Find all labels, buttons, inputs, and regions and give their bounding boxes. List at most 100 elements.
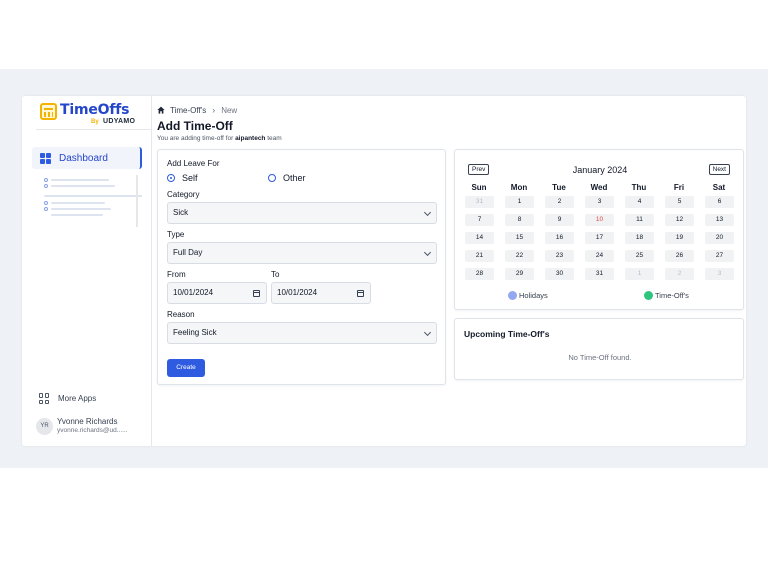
sidebar-item-dashboard[interactable]: Dashboard	[32, 147, 142, 169]
legend-timeoffs-label: Time-Off's	[655, 291, 689, 300]
holidays-swatch	[508, 291, 517, 300]
calendar-day[interactable]: 25	[625, 250, 654, 262]
calendar-month: January 2024	[572, 165, 628, 175]
type-label: Type	[167, 230, 185, 239]
radio-checked-icon	[167, 174, 175, 182]
calendar-icon[interactable]	[357, 290, 364, 297]
calendar-day[interactable]: 17	[585, 232, 614, 244]
calendar-day[interactable]: 5	[665, 196, 694, 208]
calendar-day[interactable]: 7	[465, 214, 494, 226]
legend-holidays-label: Holidays	[519, 291, 548, 300]
calendar-day[interactable]: 14	[465, 232, 494, 244]
calendar-icon[interactable]	[253, 290, 260, 297]
calendar-day[interactable]: 11	[625, 214, 654, 226]
radio-other[interactable]: Other	[268, 173, 306, 183]
radio-unchecked-icon	[268, 174, 276, 182]
calendar-day[interactable]: 1	[505, 196, 534, 208]
calendar-day[interactable]: 18	[625, 232, 654, 244]
from-date-value: 10/01/2024	[173, 288, 214, 297]
breadcrumb: Time-Off's › New	[157, 105, 237, 115]
breadcrumb-current: New	[221, 105, 238, 115]
sidebar-item-label: Dashboard	[59, 152, 108, 164]
calendar-card: January 2024 Prev Next Sun Mon Tue Wed Thu Fr…	[454, 149, 744, 310]
sidebar-scrollbar[interactable]	[136, 175, 138, 227]
avatar: YR	[36, 417, 53, 435]
apps-icon	[39, 393, 50, 404]
logo-by: By	[91, 119, 99, 125]
chevron-down-icon	[423, 208, 432, 217]
calendar-day[interactable]: 20	[705, 232, 734, 244]
from-date-input[interactable]: 10/01/2024	[167, 282, 267, 304]
legend-holidays: Holidays	[508, 291, 548, 300]
chevron-right-icon: ›	[212, 105, 216, 115]
calendar-day[interactable]: 21	[465, 250, 494, 262]
upcoming-timeoffs-card: Upcoming Time-Off's No Time-Off found.	[454, 318, 744, 380]
logo-title: TimeOffs	[60, 102, 130, 118]
category-label: Category	[167, 190, 200, 199]
home-icon[interactable]	[157, 106, 165, 114]
radio-self-label: Self	[182, 173, 198, 183]
type-value: Full Day	[173, 248, 203, 257]
legend-timeoffs: Time-Off's	[644, 291, 689, 300]
category-value: Sick	[173, 208, 189, 217]
app-logo[interactable]: TimeOffs By UDYAMO	[36, 100, 152, 130]
radio-other-label: Other	[283, 173, 306, 183]
calendar-day[interactable]: 3	[585, 196, 614, 208]
calendar-day[interactable]: 13	[705, 214, 734, 226]
calendar-day[interactable]: 2	[545, 196, 574, 208]
calendar-day[interactable]: 31	[465, 196, 494, 208]
calendar-day[interactable]: 31	[585, 268, 614, 280]
radio-self[interactable]: Self	[167, 173, 198, 183]
reason-label: Reason	[167, 310, 195, 319]
more-apps-button[interactable]: More Apps	[39, 393, 96, 404]
user-name: Yvonne Richards	[57, 417, 118, 426]
calendar-day[interactable]: 19	[665, 232, 694, 244]
more-apps-label: More Apps	[58, 394, 97, 403]
calendar-day[interactable]: 29	[505, 268, 534, 280]
calendar-day[interactable]: 15	[505, 232, 534, 244]
breadcrumb-link-timeoffs[interactable]: Time-Off's	[170, 106, 206, 115]
weekday-header: Sun	[471, 183, 487, 192]
to-date-input[interactable]: 10/01/2024	[271, 282, 371, 304]
calendar-day[interactable]: 26	[665, 250, 694, 262]
calendar-day[interactable]: 30	[545, 268, 574, 280]
calendar-day[interactable]: 4	[625, 196, 654, 208]
category-select[interactable]: Sick	[167, 202, 437, 224]
timeoffs-swatch	[644, 291, 653, 300]
reason-value: Feeling Sick	[173, 328, 217, 337]
calendar-day[interactable]: 12	[665, 214, 694, 226]
calendar-day[interactable]: 16	[545, 232, 574, 244]
chevron-down-icon	[423, 248, 432, 257]
calendar-day[interactable]: 23	[545, 250, 574, 262]
calendar-day[interactable]: 28	[465, 268, 494, 280]
calendar-day[interactable]: 9	[545, 214, 574, 226]
to-label: To	[271, 270, 280, 279]
reason-select[interactable]: Feeling Sick	[167, 322, 437, 344]
upcoming-empty-message: No Time-Off found.	[568, 353, 632, 362]
type-select[interactable]: Full Day	[167, 242, 437, 264]
calendar-day[interactable]: 3	[705, 268, 734, 280]
next-month-button[interactable]: Next	[708, 164, 730, 175]
calendar-day[interactable]: 2	[665, 268, 694, 280]
weekday-header: Tue	[552, 183, 566, 192]
prev-month-button[interactable]: Prev	[468, 164, 490, 175]
weekday-header: Wed	[590, 183, 608, 192]
calendar-day[interactable]: 8	[505, 214, 534, 226]
calendar-day[interactable]: 6	[705, 196, 734, 208]
sidebar-placeholder	[42, 175, 142, 227]
weekday-header: Thu	[631, 183, 647, 192]
upcoming-title: Upcoming Time-Off's	[464, 329, 550, 339]
to-date-value: 10/01/2024	[277, 288, 318, 297]
app-window: TimeOffs By UDYAMO Dashboard More Apps Y…	[22, 96, 746, 446]
add-timeoff-form: Add Leave For Self Other Category Sick T…	[157, 149, 446, 385]
create-button[interactable]: Create	[167, 359, 205, 377]
calendar-day[interactable]: 22	[505, 250, 534, 262]
chevron-down-icon	[423, 328, 432, 337]
calendar-day[interactable]: 1	[625, 268, 654, 280]
subtitle-suffix: team	[265, 135, 282, 142]
calendar-day[interactable]: 24	[585, 250, 614, 262]
calendar-day[interactable]: 10	[585, 214, 614, 226]
calendar-day[interactable]: 27	[705, 250, 734, 262]
user-profile[interactable]: YR Yvonne Richards yvonne.richards@ud...…	[36, 414, 148, 438]
leave-for-label: Add Leave For	[167, 159, 220, 168]
